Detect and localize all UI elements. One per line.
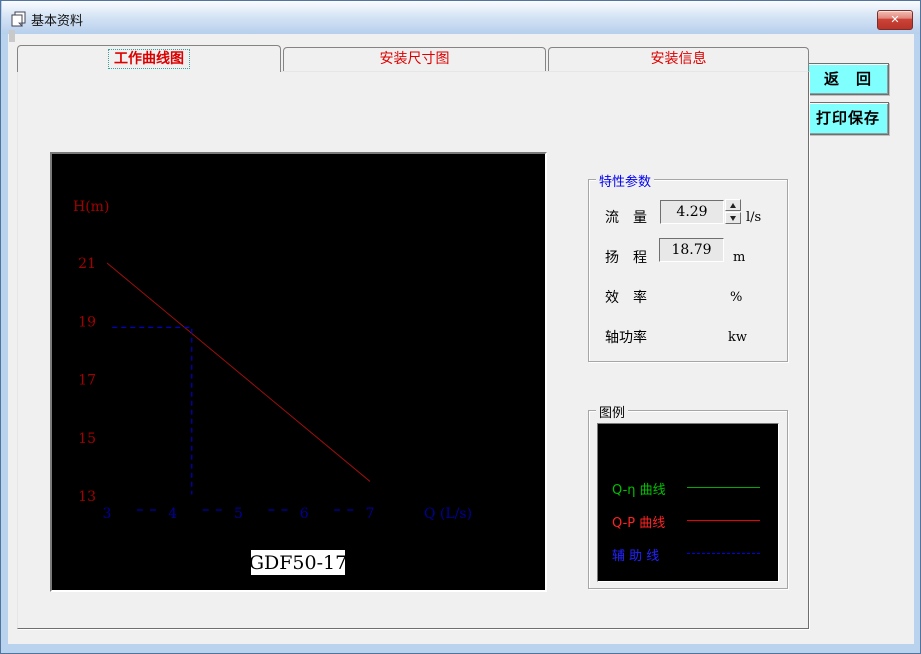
legend-panel: Q-η 曲线 Q-P 曲线 辅 助 线 [597, 423, 779, 582]
legend-item-q-p: Q-P 曲线 [598, 511, 778, 531]
arrow-down-icon [730, 216, 736, 221]
efficiency-unit: % [730, 290, 743, 305]
svg-text:5: 5 [234, 506, 243, 522]
svg-text:19: 19 [78, 314, 96, 330]
print-save-button[interactable]: 打印保存 [807, 102, 889, 135]
legend-groupbox: 图例 Q-η 曲线 Q-P 曲线 辅 助 线 [588, 402, 788, 589]
tab-installation-info-label: 安装信息 [650, 51, 707, 67]
legend-item-aux: 辅 助 线 [598, 544, 778, 564]
parameters-groupbox: 特性参数 流 量 l/s 扬 程 m 效 率 % 轴功率 kw [588, 171, 788, 362]
tab-installation-dimensions-label: 安装尺寸图 [379, 51, 450, 67]
pump-curve-svg: H(m) 21 19 17 15 13 3 4 5 6 7 Q (L/s) GDF50-17 [73, 199, 472, 575]
form-icon [11, 11, 26, 27]
legend-q-eta-label: Q-η 曲线 [612, 483, 666, 498]
svg-text:6: 6 [300, 506, 309, 522]
shaft-power-unit: kw [728, 330, 748, 345]
svg-text:13: 13 [78, 489, 96, 505]
head-input[interactable] [659, 238, 724, 262]
legend-q-p-line [687, 520, 760, 521]
close-button[interactable]: ✕ [877, 10, 913, 30]
svg-text:4: 4 [168, 506, 177, 522]
svg-text:Q (L/s): Q (L/s) [424, 506, 472, 522]
arrow-up-icon [730, 203, 736, 208]
tab-page-working-curve: H(m) 21 19 17 15 13 3 4 5 6 7 Q (L/s) GDF50-17 特性参数 … [17, 71, 809, 629]
titlebar-notch [9, 30, 15, 42]
legend-aux-label: 辅 助 线 [612, 549, 660, 564]
legend-q-eta-line [687, 487, 760, 488]
parameters-title: 特性参数 [596, 171, 655, 190]
window-title: 基本资料 [31, 14, 84, 29]
svg-text:15: 15 [78, 431, 96, 447]
flow-label: 流 量 [605, 210, 647, 226]
svg-text:21: 21 [78, 256, 96, 272]
tab-installation-info[interactable]: 安装信息 [548, 47, 809, 71]
pump-curve-chart: H(m) 21 19 17 15 13 3 4 5 6 7 Q (L/s) GDF50-17 [50, 152, 547, 592]
tab-working-curve[interactable]: 工作曲线图 [17, 45, 281, 72]
tab-installation-dimensions[interactable]: 安装尺寸图 [283, 47, 546, 71]
svg-text:7: 7 [366, 506, 375, 522]
svg-text:3: 3 [103, 506, 112, 522]
svg-text:H(m): H(m) [73, 199, 109, 215]
svg-text:17: 17 [78, 373, 96, 389]
legend-q-p-label: Q-P 曲线 [612, 516, 666, 531]
tab-working-curve-label: 工作曲线图 [108, 49, 190, 69]
flow-input[interactable] [660, 200, 724, 224]
efficiency-label: 效 率 [605, 290, 647, 306]
flow-spinner [725, 199, 741, 224]
client-area: 工作曲线图 安装尺寸图 安装信息 H(m) 21 19 17 15 13 3 4 5 6 7 Q (L… [8, 30, 914, 644]
legend-title: 图例 [596, 402, 629, 421]
legend-item-q-eta: Q-η 曲线 [598, 478, 778, 498]
back-button[interactable]: 返 回 [807, 63, 889, 95]
titlebar: 基本资料 ✕ [2, 1, 920, 34]
flow-spin-down-button[interactable] [725, 212, 741, 224]
flow-spin-up-button[interactable] [725, 199, 741, 211]
shaft-power-label: 轴功率 [605, 330, 647, 346]
flow-unit: l/s [746, 210, 762, 225]
svg-text:GDF50-17: GDF50-17 [249, 552, 347, 574]
head-label: 扬 程 [605, 250, 647, 266]
app-window: 基本资料 ✕ 工作曲线图 安装尺寸图 安装信息 H(m) 21 19 17 15 13 3 4… [0, 0, 921, 654]
legend-aux-line [687, 553, 760, 554]
close-icon: ✕ [890, 13, 900, 26]
head-unit: m [733, 250, 746, 265]
